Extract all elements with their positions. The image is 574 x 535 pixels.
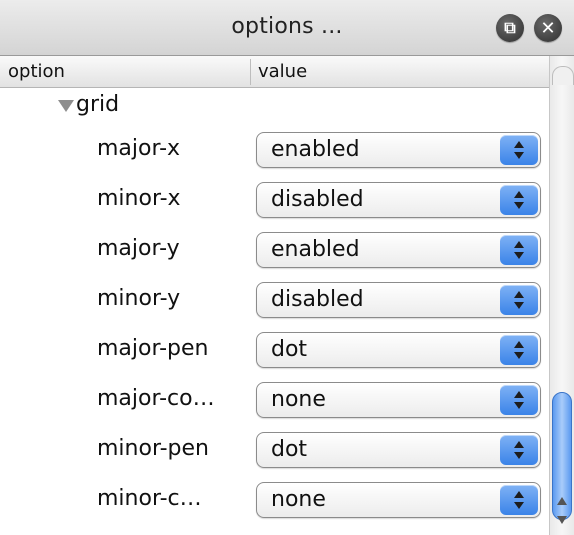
table-header: option value [0, 56, 574, 88]
select-stepper-icon[interactable] [500, 235, 538, 265]
select-stepper-icon[interactable] [500, 335, 538, 365]
select-value: enabled [271, 137, 360, 162]
table-row: major-x enabled [0, 126, 549, 176]
header-value[interactable]: value [258, 56, 307, 87]
value-select[interactable]: none [256, 382, 541, 418]
option-label: minor-pen [97, 436, 209, 461]
table-row: major-y enabled [0, 226, 549, 276]
header-option[interactable]: option [8, 56, 65, 87]
close-icon[interactable]: ✕ [534, 14, 562, 42]
value-select[interactable]: dot [256, 332, 541, 368]
select-value: none [271, 387, 326, 412]
scroll-track-cap [552, 66, 574, 85]
window-title: options ... [231, 14, 343, 39]
select-value: disabled [271, 287, 364, 312]
scroll-down-icon[interactable] [557, 516, 567, 524]
select-stepper-icon[interactable] [500, 285, 538, 315]
table-row: minor-x disabled [0, 176, 549, 226]
select-stepper-icon[interactable] [500, 185, 538, 215]
table-row: minor-c… none [0, 476, 549, 526]
vertical-scrollbar[interactable] [549, 56, 574, 535]
option-label: minor-x [97, 186, 181, 211]
group-label: grid [76, 92, 120, 117]
option-label: major-y [97, 236, 180, 261]
value-select[interactable]: enabled [256, 232, 541, 268]
table-row: minor-pen dot [0, 426, 549, 476]
select-value: enabled [271, 237, 360, 262]
select-stepper-icon[interactable] [500, 435, 538, 465]
value-select[interactable]: disabled [256, 282, 541, 318]
value-select[interactable]: enabled [256, 132, 541, 168]
value-select[interactable]: disabled [256, 182, 541, 218]
table-row: major-pen dot [0, 326, 549, 376]
options-list: grid major-x enabled minor-x disabled ma… [0, 88, 549, 535]
option-label: major-x [97, 136, 181, 161]
select-value: disabled [271, 187, 364, 212]
select-value: dot [271, 437, 308, 462]
header-divider [250, 59, 251, 85]
option-label: minor-y [97, 286, 181, 311]
option-label: major-co… [97, 386, 215, 411]
select-stepper-icon[interactable] [500, 385, 538, 415]
table-row: major-co… none [0, 376, 549, 426]
select-value: dot [271, 337, 308, 362]
select-value: none [271, 487, 326, 512]
option-label: minor-c… [97, 486, 202, 511]
option-label: major-pen [97, 336, 209, 361]
value-select[interactable]: none [256, 482, 541, 518]
table-row: minor-y disabled [0, 276, 549, 326]
scroll-up-icon[interactable] [557, 497, 567, 505]
value-select[interactable]: dot [256, 432, 541, 468]
group-row-grid[interactable]: grid [0, 88, 549, 126]
select-stepper-icon[interactable] [500, 135, 538, 165]
title-bar: options ... ⧉ ✕ [0, 0, 574, 56]
restore-icon[interactable]: ⧉ [496, 14, 524, 42]
disclosure-triangle-icon[interactable] [58, 100, 74, 112]
select-stepper-icon[interactable] [500, 485, 538, 515]
